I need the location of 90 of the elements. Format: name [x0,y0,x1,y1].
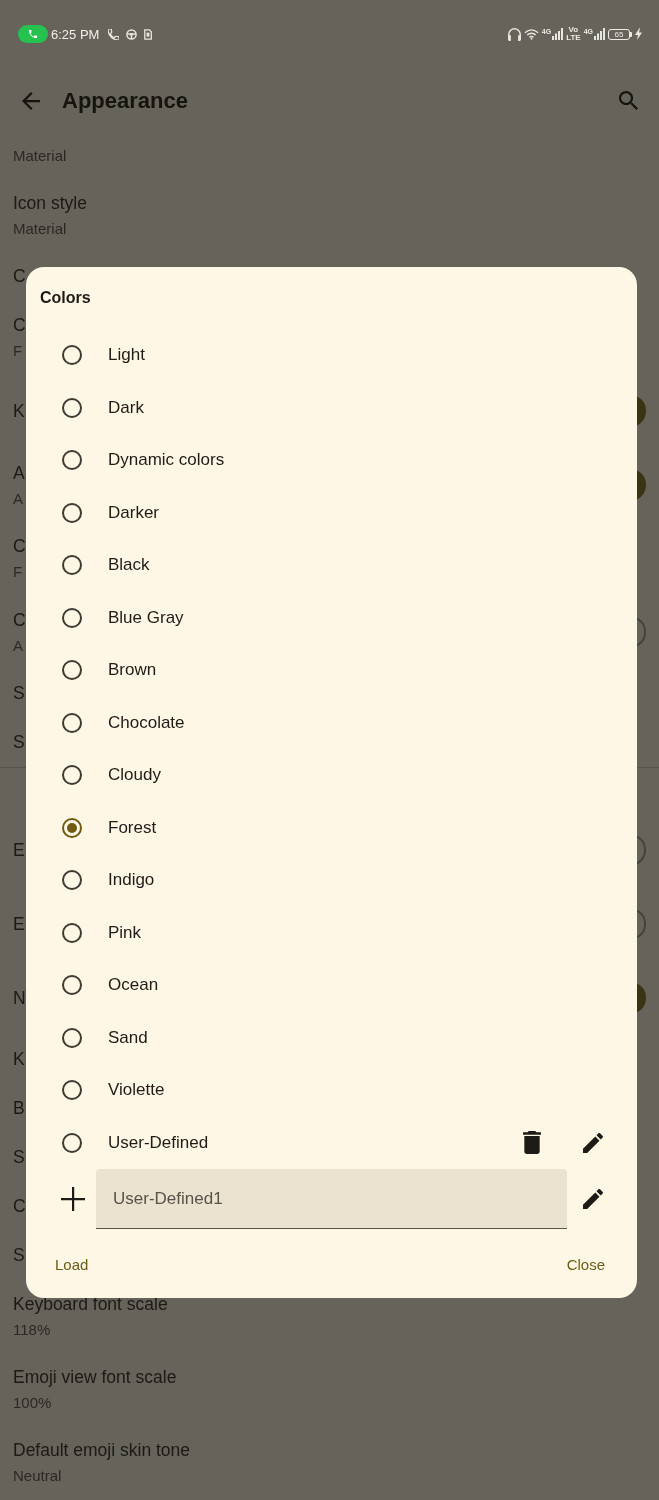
color-option[interactable]: Brown [62,659,157,682]
battery-indicator: 65 [608,28,632,40]
setting-title: S [13,1244,25,1267]
signal-bars-icon [552,28,564,40]
back-arrow-icon[interactable] [22,91,40,110]
color-option[interactable]: Darker [62,501,159,524]
color-option[interactable]: Ocean [62,974,159,997]
radio-button[interactable] [62,450,82,471]
setting-value: 100% [13,1393,52,1413]
radio-button[interactable] [62,1027,82,1048]
toggle-switch[interactable] [637,616,646,648]
radio-button[interactable] [62,712,82,733]
setting-title: B [13,1097,25,1120]
setting-value: Material [13,219,67,239]
setting-title: C [13,535,26,558]
page-title: Appearance [62,86,188,115]
setting-title: K [13,399,25,423]
setting-title: E [13,912,25,936]
pencil-icon[interactable] [583,1189,603,1209]
color-option[interactable]: Sand [62,1026,148,1049]
color-option[interactable]: Blue Gray [62,606,184,629]
setting-title: C [13,265,26,288]
radio-button[interactable] [62,660,82,681]
color-option[interactable]: User-Defined [62,1131,209,1154]
setting-title: S [13,1146,25,1169]
color-option[interactable]: Dark [62,396,144,419]
pencil-icon[interactable] [583,1132,603,1153]
trash-icon[interactable] [523,1131,541,1155]
setting-title: N [13,986,26,1010]
setting-title: Default emoji skin tone [13,1439,191,1462]
color-option[interactable]: Cloudy [62,764,161,787]
setting-title: Keyboard font scale [13,1293,168,1316]
setting-title: C [13,608,26,632]
theme-name-field[interactable]: User-Defined1 [96,1169,567,1229]
toggle-switch[interactable] [637,469,646,501]
color-option[interactable]: Indigo [62,869,155,892]
signal-bars-icon [594,28,605,40]
radio-button[interactable] [62,765,82,786]
radio-button[interactable] [62,1080,82,1101]
color-option[interactable]: Violette [62,1079,165,1102]
dialog-title: Colors [40,288,91,308]
setting-title: E [13,838,25,862]
radio-button[interactable] [62,502,82,523]
phone-call-icon [18,25,48,43]
setting-value: A [13,488,23,509]
color-option[interactable]: Light [62,344,145,367]
color-option[interactable]: Dynamic colors [62,449,225,472]
radio-button[interactable] [62,817,82,838]
toggle-switch[interactable] [637,834,646,866]
setting-value: 118% [13,1320,51,1340]
setting-title: C [13,314,26,337]
steering-wheel-icon [126,28,138,40]
wifi-icon [523,28,539,40]
setting-title: C [13,1195,26,1218]
load-button[interactable]: Load [43,1245,101,1285]
color-option[interactable]: Forest [62,816,157,839]
setting-title: S [13,731,25,754]
setting-value: Neutral [13,1466,62,1486]
plus-icon[interactable] [61,1187,85,1211]
radio-button[interactable] [62,397,82,418]
color-option[interactable]: Chocolate [62,711,185,734]
headphones-icon [507,27,521,41]
setting-title: Emoji view font scale [13,1366,177,1389]
setting-value: F [13,341,23,361]
toggle-switch[interactable] [637,908,646,940]
setting-value: F [13,562,23,582]
radio-button[interactable] [62,555,82,576]
phone-icon [108,28,120,40]
setting-title: Icon style [13,192,87,215]
radio-button[interactable] [62,975,82,996]
setting-value: Material [13,146,67,166]
close-button[interactable]: Close [554,1245,617,1285]
toggle-switch[interactable] [637,982,646,1014]
color-option[interactable]: Pink [62,921,142,944]
setting-title: A [13,461,25,485]
sim-card-icon [144,28,153,40]
status-time: 6:25 PM [51,26,100,42]
radio-button[interactable] [62,345,82,366]
radio-button[interactable] [62,922,82,943]
setting-title: K [13,1048,25,1071]
radio-button[interactable] [62,607,82,628]
toggle-switch[interactable] [637,395,646,427]
volte-label: Vo [568,26,579,34]
setting-value: A [13,635,23,656]
color-option[interactable]: Black [62,554,150,577]
volte-label: LTE [566,34,581,42]
radio-button[interactable] [62,1132,82,1153]
setting-title: S [13,682,25,705]
radio-button[interactable] [62,870,82,891]
search-icon[interactable] [619,91,638,110]
